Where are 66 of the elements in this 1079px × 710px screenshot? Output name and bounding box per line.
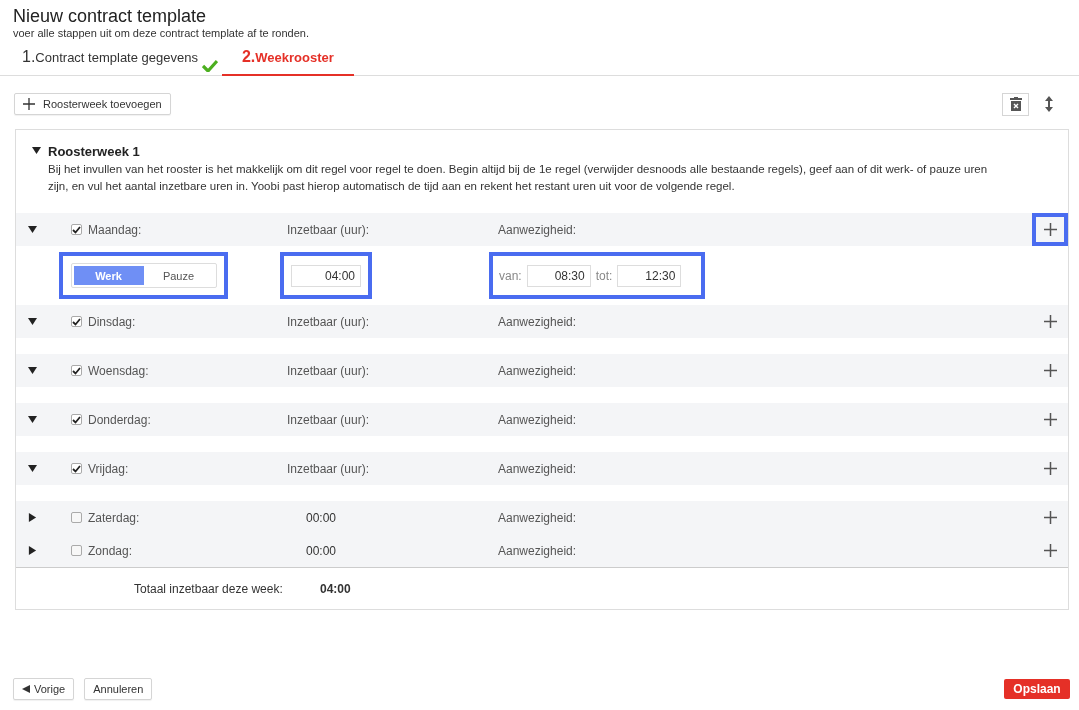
save-button[interactable]: Opslaan [1004, 679, 1070, 699]
page-subtitle: voer alle stappen uit om deze contract template af te ronden. [13, 26, 310, 40]
day-label: Donderdag: [88, 412, 152, 427]
from-label: van: [499, 268, 522, 283]
collapse-arrow-icon[interactable] [28, 415, 37, 424]
hours-label: Inzetbaar (uur): [287, 314, 371, 329]
vertical-arrows-icon[interactable] [1045, 96, 1053, 112]
total-value: 04:00 [320, 581, 351, 596]
week-title: Roosterweek 1 [48, 144, 141, 159]
delete-button[interactable] [1002, 92, 1029, 116]
plus-icon [1043, 462, 1057, 475]
day-label: Maandag: [88, 222, 143, 237]
day-label: Vrijdag: [88, 461, 130, 476]
page-title: Nieuw contract template [13, 6, 208, 26]
add-row-button[interactable] [1032, 213, 1068, 246]
hours-input[interactable]: 04:00 [291, 264, 361, 287]
day-label: Woensdag: [88, 363, 150, 378]
day-checkbox[interactable] [71, 224, 82, 235]
trash-icon [1009, 97, 1022, 111]
day-checkbox[interactable] [71, 463, 82, 474]
plus-icon [1043, 364, 1057, 377]
plus-icon [1043, 511, 1057, 524]
presence-label: Aanwezigheid: [498, 461, 578, 476]
collapse-arrow-icon[interactable] [28, 464, 37, 473]
to-label: tot: [595, 268, 613, 283]
hours-label: Inzetbaar (uur): [287, 363, 371, 378]
cancel-button[interactable]: Annuleren [84, 678, 153, 700]
collapse-arrow-icon[interactable] [28, 366, 37, 375]
presence-label: Aanwezigheid: [498, 510, 578, 525]
plus-icon [1043, 413, 1057, 426]
hours-label: Inzetbaar (uur): [287, 222, 371, 237]
hours-value: 00:00 [305, 543, 338, 558]
day-checkbox[interactable] [71, 365, 82, 376]
day-label: Dinsdag: [88, 314, 137, 329]
expand-arrow-icon[interactable] [28, 513, 37, 522]
plus-icon [1043, 315, 1057, 328]
presence-label: Aanwezigheid: [498, 314, 578, 329]
collapse-arrow-icon[interactable] [28, 225, 37, 234]
presence-label: Aanwezigheid: [498, 222, 578, 237]
step-tab[interactable]: 2.Weekrooster [221, 42, 354, 76]
day-checkbox[interactable] [71, 414, 82, 425]
day-label: Zaterdag: [88, 510, 141, 525]
back-button[interactable]: Vorige [13, 678, 75, 700]
day-checkbox[interactable] [71, 316, 82, 327]
presence-label: Aanwezigheid: [498, 412, 578, 427]
presence-label: Aanwezigheid: [498, 543, 578, 558]
hours-value: 00:00 [305, 510, 338, 525]
day-label: Zondag: [88, 543, 134, 558]
day-checkbox[interactable] [71, 512, 82, 523]
hours-label: Inzetbaar (uur): [287, 461, 371, 476]
plus-icon [1043, 223, 1057, 236]
plus-icon [1043, 544, 1057, 557]
collapse-arrow-icon[interactable] [32, 146, 41, 155]
plus-icon [23, 98, 35, 110]
total-label: Totaal inzetbaar deze week: [134, 581, 284, 596]
hours-label: Inzetbaar (uur): [287, 412, 371, 427]
day-checkbox[interactable] [71, 545, 82, 556]
collapse-arrow-icon[interactable] [28, 317, 37, 326]
to-time-input[interactable]: 12:30 [617, 264, 682, 287]
expand-arrow-icon[interactable] [28, 546, 37, 555]
left-triangle-icon [22, 685, 30, 693]
from-time-input[interactable]: 08:30 [526, 264, 591, 287]
presence-label: Aanwezigheid: [498, 363, 578, 378]
add-week-button[interactable]: Roosterweek toevoegen [14, 93, 171, 115]
week-description: Bij het invullen van het rooster is het makkelijk om dit regel voor regel te doen. Begin altijd bij de 1e regel (verwijder desnoods alle bestaande regels), geef aan of dit werk- of pauze uren zijn, en vul het aantal inzetbare uren in. Yoobi past hierop automatisch de tijd aan en rekent het restant uren uit voor de volgende regel. [48, 162, 989, 194]
step-tab[interactable]: 1.Contract template gegevens [22, 42, 198, 76]
